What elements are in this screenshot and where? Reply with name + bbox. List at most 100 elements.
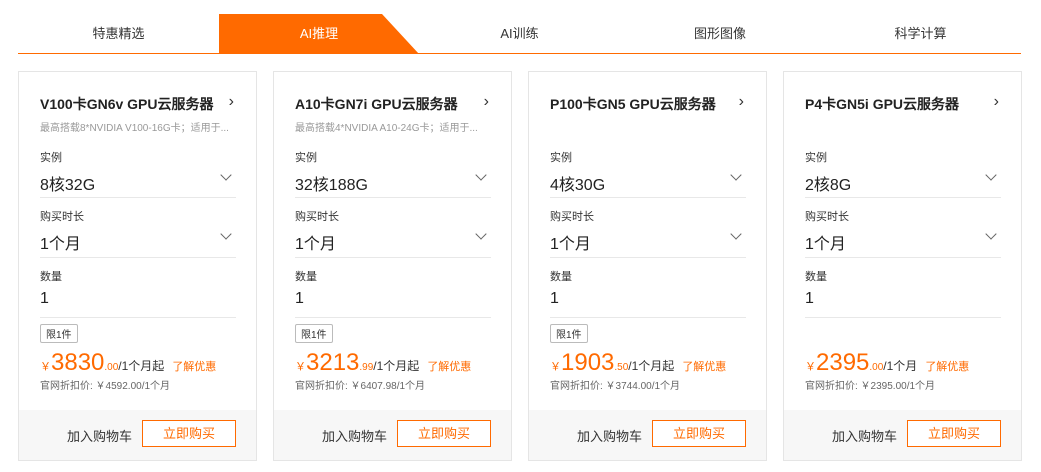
quantity-label: 数量: [295, 271, 317, 283]
duration-value: 1个月: [805, 236, 846, 253]
price-integer: 3830: [51, 349, 105, 376]
duration-select[interactable]: 购买时长 1个月: [550, 208, 746, 254]
promo-link[interactable]: 了解优惠: [925, 361, 969, 373]
divider: [550, 257, 746, 258]
divider: [805, 197, 1001, 198]
duration-select[interactable]: 购买时长 1个月: [295, 208, 491, 254]
quantity-value: 1: [805, 290, 814, 307]
price-unit: /1个月: [883, 359, 918, 373]
quantity-label: 数量: [550, 271, 572, 283]
divider: [805, 257, 1001, 258]
tab-featured[interactable]: 特惠精选: [18, 14, 219, 53]
card-footer: 加入购物车 立即购买: [784, 410, 1021, 460]
duration-label: 购买时长: [295, 211, 339, 223]
original-price: 官网折扣价: ￥4592.00/1个月: [40, 381, 171, 392]
currency-symbol: ￥: [550, 361, 561, 373]
price-row: ￥2395.00/1个月 了解优惠: [805, 349, 969, 377]
quantity-label: 数量: [40, 271, 62, 283]
divider: [295, 257, 491, 258]
card-title[interactable]: A10卡GN7i GPU云服务器: [295, 94, 458, 114]
divider: [295, 197, 491, 198]
tab-ai-training[interactable]: AI训练: [419, 14, 620, 53]
instance-value: 4核30G: [550, 177, 606, 194]
buy-now-button[interactable]: 立即购买: [907, 420, 1001, 447]
quantity-value: 1: [550, 290, 559, 307]
add-to-cart-button[interactable]: 加入购物车: [577, 426, 642, 445]
duration-value: 1个月: [550, 236, 591, 253]
add-to-cart-button[interactable]: 加入购物车: [67, 426, 132, 445]
instance-label: 实例: [550, 152, 572, 164]
price-decimal: .99: [359, 362, 374, 373]
price-unit: /1个月起: [628, 359, 675, 373]
product-card: A10卡GN7i GPU云服务器 › 最高搭载4*NVIDIA A10-24G卡…: [273, 71, 512, 461]
price-decimal: .50: [614, 362, 629, 373]
card-title[interactable]: P100卡GN5 GPU云服务器: [550, 94, 716, 114]
quantity-field[interactable]: 数量 1: [40, 268, 236, 308]
price-row: ￥3830.00/1个月起 了解优惠: [40, 349, 216, 377]
tab-graphics[interactable]: 图形图像: [620, 14, 820, 53]
quantity-value: 1: [295, 290, 304, 307]
divider: [550, 197, 746, 198]
add-to-cart-button[interactable]: 加入购物车: [832, 426, 897, 445]
divider: [40, 197, 236, 198]
tab-ai-inference[interactable]: AI推理: [219, 14, 419, 53]
divider: [40, 257, 236, 258]
duration-select[interactable]: 购买时长 1个月: [805, 208, 1001, 254]
price-decimal: .00: [869, 362, 884, 373]
chevron-right-icon[interactable]: ›: [229, 93, 234, 111]
card-footer: 加入购物车 立即购买: [274, 410, 511, 460]
price-decimal: .00: [104, 362, 119, 373]
buy-now-button[interactable]: 立即购买: [397, 420, 491, 447]
limit-badge: 限1件: [295, 324, 333, 343]
card-title[interactable]: P4卡GN5i GPU云服务器: [805, 94, 959, 114]
instance-label: 实例: [40, 152, 62, 164]
divider: [550, 317, 746, 318]
instance-select[interactable]: 实例 4核30G: [550, 149, 746, 195]
limit-badge: 限1件: [550, 324, 588, 343]
card-description: 最高搭载4*NVIDIA A10-24G卡；适用于...: [295, 123, 478, 134]
chevron-right-icon[interactable]: ›: [484, 93, 489, 111]
original-price: 官网折扣价: ￥2395.00/1个月: [805, 381, 936, 392]
duration-label: 购买时长: [40, 211, 84, 223]
original-price: 官网折扣价: ￥6407.98/1个月: [295, 381, 426, 392]
buy-now-button[interactable]: 立即购买: [652, 420, 746, 447]
limit-badge: 限1件: [40, 324, 78, 343]
duration-select[interactable]: 购买时长 1个月: [40, 208, 236, 254]
duration-label: 购买时长: [550, 211, 594, 223]
price-row: ￥1903.50/1个月起 了解优惠: [550, 349, 726, 377]
instance-label: 实例: [805, 152, 827, 164]
price-row: ￥3213.99/1个月起 了解优惠: [295, 349, 471, 377]
quantity-field[interactable]: 数量 1: [295, 268, 491, 308]
currency-symbol: ￥: [805, 361, 816, 373]
duration-value: 1个月: [295, 236, 336, 253]
product-card: P4卡GN5i GPU云服务器 › 实例 2核8G 购买时长 1个月 数量 1 …: [783, 71, 1022, 461]
currency-symbol: ￥: [295, 361, 306, 373]
instance-select[interactable]: 实例 8核32G: [40, 149, 236, 195]
quantity-value: 1: [40, 290, 49, 307]
instance-label: 实例: [295, 152, 317, 164]
instance-value: 2核8G: [805, 177, 852, 194]
category-tabs: 特惠精选 AI推理 AI训练 图形图像 科学计算: [18, 14, 1021, 54]
instance-value: 8核32G: [40, 177, 96, 194]
divider: [805, 317, 1001, 318]
tab-scientific-computing[interactable]: 科学计算: [820, 14, 1021, 53]
promo-link[interactable]: 了解优惠: [172, 361, 216, 373]
quantity-field[interactable]: 数量 1: [550, 268, 746, 308]
price-integer: 3213: [306, 349, 360, 376]
card-description: 最高搭载8*NVIDIA V100-16G卡；适用于...: [40, 123, 229, 134]
promo-link[interactable]: 了解优惠: [427, 361, 471, 373]
buy-now-button[interactable]: 立即购买: [142, 420, 236, 447]
price-unit: /1个月起: [373, 359, 420, 373]
product-card: P100卡GN5 GPU云服务器 › 实例 4核30G 购买时长 1个月 数量 …: [528, 71, 767, 461]
quantity-label: 数量: [805, 271, 827, 283]
instance-select[interactable]: 实例 32核188G: [295, 149, 491, 195]
chevron-right-icon[interactable]: ›: [739, 93, 744, 111]
currency-symbol: ￥: [40, 361, 51, 373]
chevron-right-icon[interactable]: ›: [994, 93, 999, 111]
promo-link[interactable]: 了解优惠: [682, 361, 726, 373]
original-price: 官网折扣价: ￥3744.00/1个月: [550, 381, 681, 392]
card-title[interactable]: V100卡GN6v GPU云服务器: [40, 94, 214, 114]
instance-select[interactable]: 实例 2核8G: [805, 149, 1001, 195]
quantity-field[interactable]: 数量 1: [805, 268, 1001, 308]
add-to-cart-button[interactable]: 加入购物车: [322, 426, 387, 445]
